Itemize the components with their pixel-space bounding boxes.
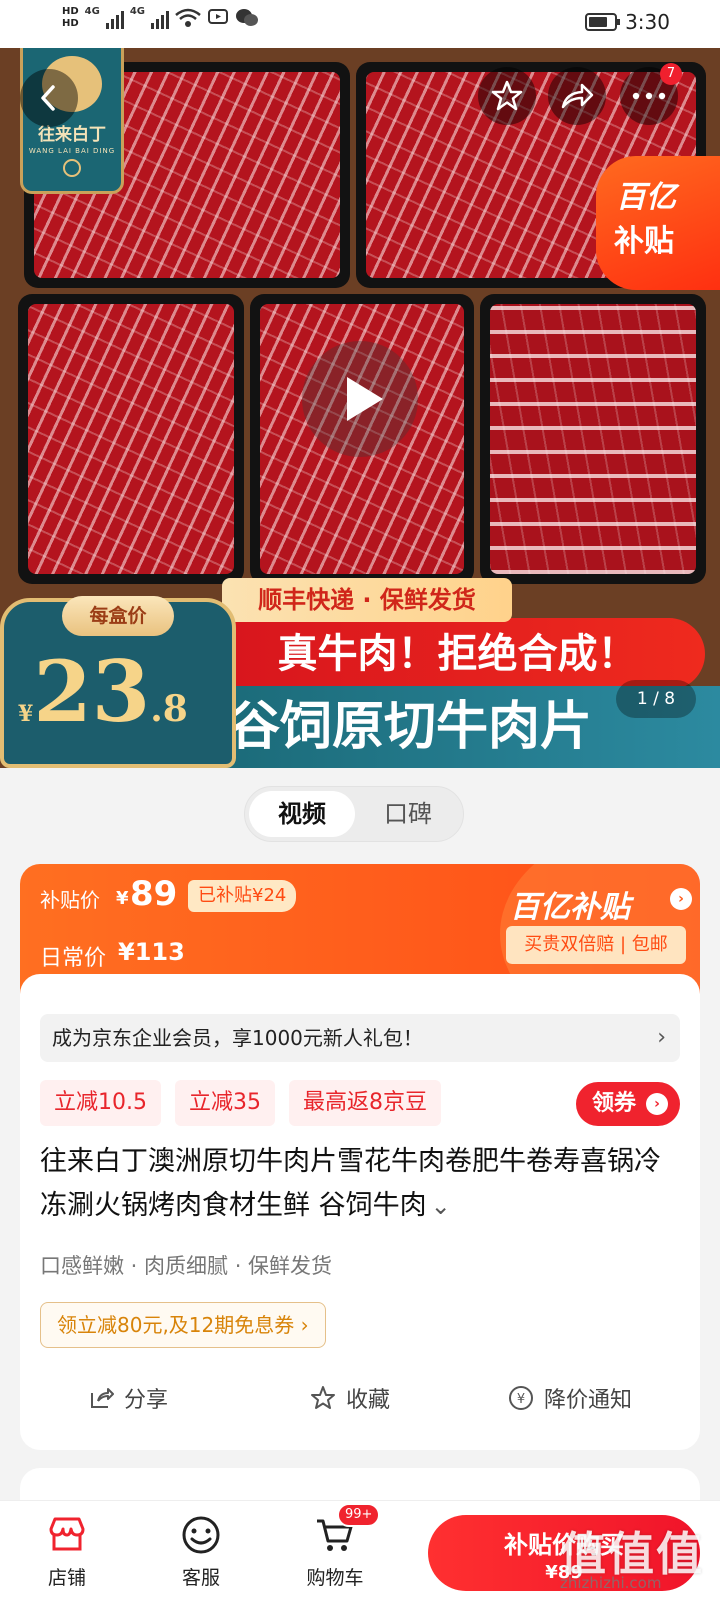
get-coupon-button[interactable]: 领券 ›	[576, 1082, 680, 1126]
nav-cart[interactable]: 99+ 购物车	[290, 1503, 381, 1590]
star-icon	[491, 80, 523, 111]
share-icon	[561, 83, 594, 109]
brand-logo-subtext: WANG LAI BAI DING	[28, 147, 116, 155]
back-arrow-icon	[41, 85, 55, 111]
chevron-right-icon: ›	[657, 1025, 666, 1050]
share-button[interactable]	[548, 67, 606, 125]
signal-icon	[151, 7, 170, 29]
discount-chips: 立减10.5 立减35 最高返8京豆	[40, 1080, 441, 1126]
svg-text:¥: ¥	[517, 1392, 525, 1407]
hero-price-integer: 23	[33, 642, 151, 741]
subsidy-price-currency: ¥	[116, 888, 129, 909]
daily-price-label: 日常价	[40, 946, 107, 971]
smile-chat-icon	[179, 1513, 223, 1557]
meat-tray-5	[480, 294, 706, 584]
discount-chip[interactable]: 立减10.5	[40, 1080, 161, 1126]
share-icon	[88, 1385, 114, 1411]
favorite-button[interactable]	[478, 67, 536, 125]
price-alert-action-label: 降价通知	[544, 1388, 633, 1413]
back-button[interactable]	[20, 69, 78, 127]
more-dots-icon	[632, 92, 666, 100]
favorite-action-label: 收藏	[346, 1388, 391, 1413]
member-banner-text: 成为京东企业会员，享1000元新人礼包！	[52, 1026, 423, 1050]
play-video-button[interactable]	[302, 341, 418, 457]
subsidy-price: 89	[130, 874, 178, 914]
status-bar: HD HD 4G 4G 3:30	[0, 0, 720, 48]
price-alert-action[interactable]: ¥ 降价通知	[508, 1368, 632, 1428]
meat-tray-3	[18, 294, 244, 584]
discount-chip[interactable]: 最高返8京豆	[289, 1080, 441, 1126]
hero-price-currency: ¥	[18, 701, 34, 727]
nav-cart-label: 购物车	[306, 1567, 364, 1589]
share-action[interactable]: 分享	[88, 1368, 168, 1428]
favorite-action[interactable]: 收藏	[310, 1368, 390, 1428]
banner-slogan: 真牛肉！拒绝合成！	[210, 618, 705, 690]
enterprise-member-banner[interactable]: 成为京东企业会员，享1000元新人礼包！ ›	[40, 1014, 680, 1062]
wifi-icon	[175, 8, 201, 27]
hd-indicator-1: HD	[62, 6, 79, 17]
hero-price-badge: 每盒价 ¥23.8	[0, 596, 236, 768]
more-button[interactable]: 7	[620, 63, 682, 125]
nav-store[interactable]: 店铺	[22, 1513, 112, 1590]
tab-video[interactable]: 视频	[249, 791, 355, 837]
get-coupon-label: 领券	[592, 1091, 637, 1116]
discount-chip[interactable]: 立减35	[175, 1080, 275, 1126]
daily-price: ¥113	[118, 938, 185, 966]
hero-price-decimal: .8	[150, 688, 188, 730]
status-bar-right: 3:30	[585, 10, 670, 34]
cart-icon: 99+	[313, 1503, 381, 1557]
signal-label-2: 4G	[129, 6, 146, 17]
status-bar-left: HD HD 4G 4G	[62, 6, 259, 30]
wechat-icon	[236, 9, 259, 26]
video-app-icon	[208, 9, 229, 24]
guarantee-tag: 买贵双倍赔 | 包邮	[506, 926, 686, 964]
image-pager: 1 / 8	[616, 680, 696, 718]
chevron-down-icon[interactable]: ⌄	[431, 1192, 451, 1220]
hero-price-tag: 每盒价	[62, 596, 174, 636]
clock: 3:30	[625, 10, 670, 34]
tab-reviews[interactable]: 口碑	[355, 791, 461, 837]
message-count-badge: 7	[660, 63, 682, 85]
chevron-right-icon[interactable]: ›	[670, 888, 692, 910]
subsidy-price-label: 补贴价	[40, 888, 100, 912]
subsidy-brand-link[interactable]: 百亿补贴	[510, 882, 630, 926]
promo-coupon-button[interactable]: 领立减80元,及12期免息券 ›	[40, 1302, 326, 1348]
chevron-right-icon: ›	[646, 1093, 668, 1115]
cart-count-badge: 99+	[337, 1503, 381, 1527]
site-watermark-url: zhizhizhi.com	[560, 1574, 662, 1592]
product-image-gallery[interactable]: 往来白丁 WANG LAI BAI DING 7 百亿 补贴 真牛肉！拒绝合成！…	[0, 48, 720, 768]
subsidy-corner-line2: 补贴	[614, 224, 674, 259]
product-actions: 分享 收藏 ¥ 降价通知	[20, 1368, 700, 1428]
product-title[interactable]: 往来白丁澳洲原切牛肉片雪花牛肉卷肥牛卷寿喜锅冷冻涮火锅烤肉食材生鲜 谷饲牛肉 ⌄	[40, 1140, 680, 1228]
banner-shipping: 顺丰快递 · 保鲜发货	[222, 578, 512, 622]
hd-indicator-2: HD	[62, 18, 79, 29]
subsidy-corner-badge: 百亿 补贴	[596, 156, 720, 290]
hd-indicators: HD HD	[62, 6, 79, 30]
hero-price: ¥23.8	[18, 642, 188, 741]
signal-label-1: 4G	[84, 6, 100, 17]
product-info-card: 成为京东企业会员，享1000元新人礼包！ › 立减10.5 立减35 最高返8京…	[20, 974, 700, 1450]
play-icon	[347, 377, 383, 421]
product-features: 口感鲜嫩 · 肉质细腻 · 保鲜发货	[40, 1254, 333, 1278]
battery-icon	[585, 13, 621, 31]
media-switch: 视频 口碑	[244, 786, 464, 842]
nav-customer-service[interactable]: 客服	[156, 1513, 246, 1590]
star-icon	[310, 1385, 336, 1411]
product-title-text: 往来白丁澳洲原切牛肉片雪花牛肉卷肥牛卷寿喜锅冷冻涮火锅烤肉食材生鲜 谷饲牛肉	[40, 1146, 661, 1221]
nav-customer-service-label: 客服	[181, 1567, 220, 1589]
store-icon	[45, 1513, 89, 1557]
share-action-label: 分享	[124, 1388, 169, 1413]
subsidy-corner-line1: 百亿	[616, 180, 676, 215]
signal-icon	[105, 7, 124, 29]
nav-store-label: 店铺	[47, 1567, 86, 1589]
price-alert-icon: ¥	[508, 1385, 534, 1411]
brand-badge-icon	[63, 159, 81, 177]
subsidy-saved-tag: 已补贴¥24	[188, 880, 297, 912]
